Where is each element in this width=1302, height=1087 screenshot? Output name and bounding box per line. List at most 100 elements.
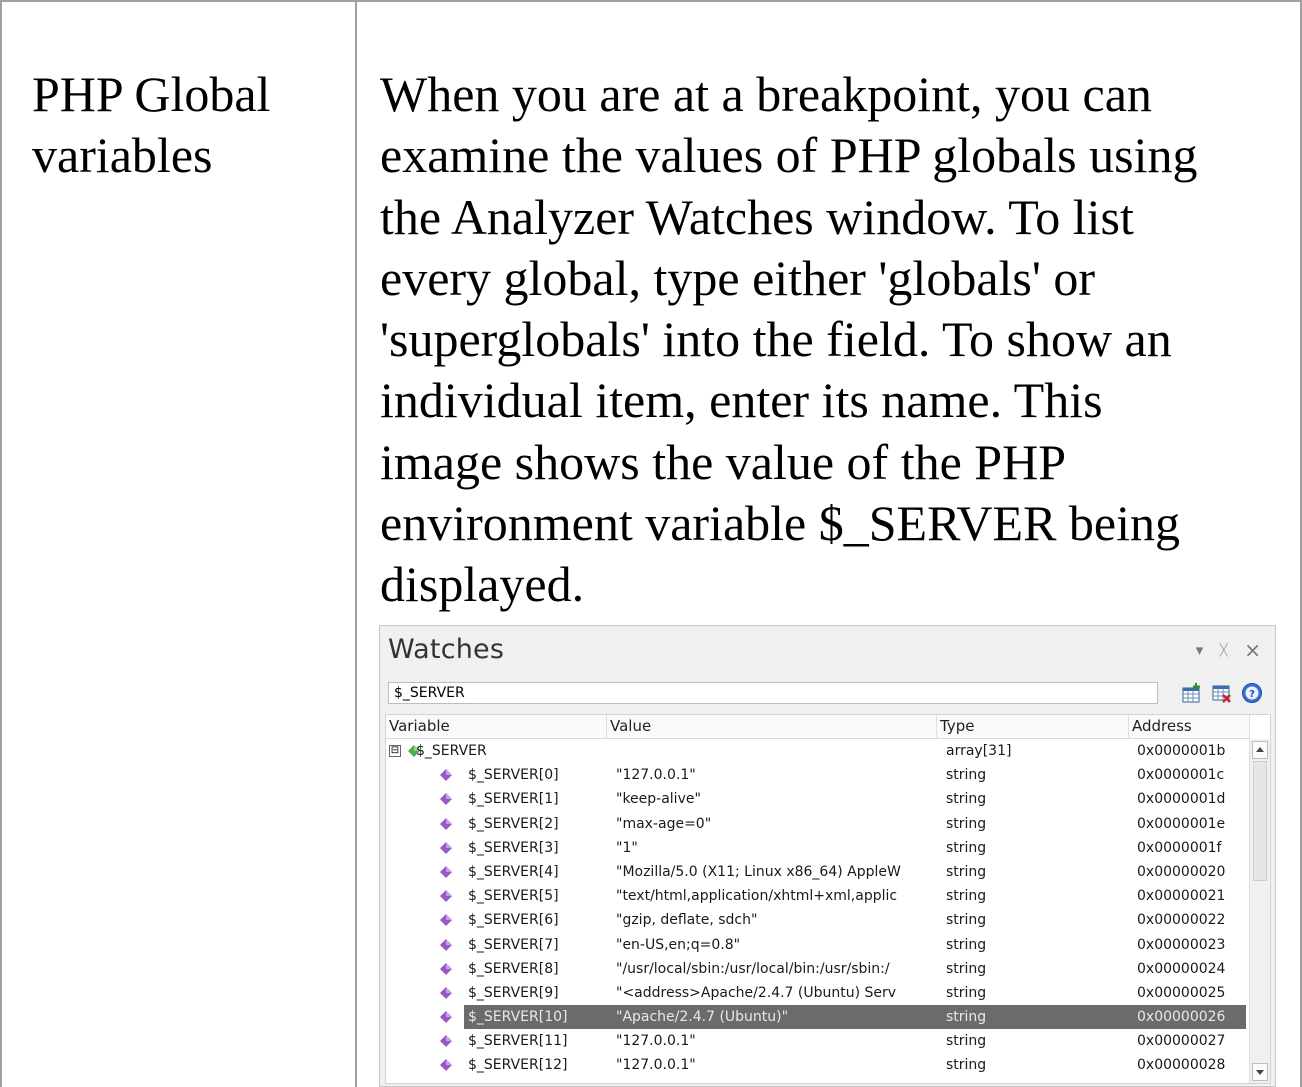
cell-address: 0x00000021 xyxy=(1137,888,1226,905)
description-line: examine the values of PHP globals using xyxy=(380,127,1198,184)
table-header: Variable Value Type Address xyxy=(386,715,1250,739)
dropdown-icon[interactable]: ▾ xyxy=(1196,640,1204,660)
cell-value: "<address>Apache/2.4.7 (Ubuntu) Serv xyxy=(616,984,897,1001)
cell-value: "gzip, deflate, sdch" xyxy=(616,912,758,929)
watches-title: Watches xyxy=(388,634,505,665)
cell-address: 0x00000028 xyxy=(1137,1057,1226,1074)
arrow-down-icon xyxy=(1256,1070,1264,1075)
description-line: environment variable $_SERVER being xyxy=(380,495,1180,552)
string-gem-icon xyxy=(440,986,452,999)
cell-variable: $_SERVER[11] xyxy=(468,1033,568,1050)
cell-type: string xyxy=(946,912,987,929)
add-watch-icon[interactable] xyxy=(1181,682,1203,704)
string-gem-icon xyxy=(440,817,452,830)
help-icon[interactable]: ? xyxy=(1241,682,1263,704)
term-line: variables xyxy=(32,127,213,183)
cell-variable: $_SERVER[2] xyxy=(468,815,559,832)
table-row[interactable]: $_SERVER[12] "127.0.0.1" string 0x00000028 xyxy=(386,1053,1250,1077)
column-header-value[interactable]: Value xyxy=(607,715,937,738)
description-line: When you are at a breakpoint, you can xyxy=(380,66,1152,122)
watches-table: Variable Value Type Address ⊟ $_SERVER a… xyxy=(385,714,1271,1084)
table-row[interactable]: $_SERVER[11] "127.0.0.1" string 0x00000027 xyxy=(386,1029,1250,1053)
arrow-up-icon xyxy=(1256,747,1264,752)
cell-variable: $_SERVER[7] xyxy=(468,936,559,953)
cell-address: 0x00000026 xyxy=(1137,1009,1226,1026)
string-gem-icon xyxy=(440,1011,452,1024)
cell-value: "Mozilla/5.0 (X11; Linux x86_64) AppleW xyxy=(616,863,901,880)
cell-value: "en-US,en;q=0.8" xyxy=(616,936,741,953)
scrollbar-thumb[interactable] xyxy=(1253,761,1267,881)
table-row[interactable]: $_SERVER[7] "en-US,en;q=0.8" string 0x00000… xyxy=(386,933,1250,957)
cell-type: string xyxy=(946,1033,987,1050)
scroll-down-button[interactable] xyxy=(1252,1063,1268,1081)
table-row[interactable]: $_SERVER[8] "/usr/local/sbin:/usr/local/b… xyxy=(386,957,1250,981)
table-row[interactable]: $_SERVER[3] "1" string 0x0000001f xyxy=(386,836,1250,860)
cell-value: "1" xyxy=(616,839,638,856)
item-rows: $_SERVER[0] "127.0.0.1" string 0x0000001c $_… xyxy=(386,763,1250,1077)
description-line: individual item, enter its name. This xyxy=(380,372,1103,429)
cell-variable: $_SERVER[1] xyxy=(468,791,559,808)
table-column-divider xyxy=(355,0,357,1087)
cell-type: string xyxy=(946,1057,987,1074)
cell-variable: $_SERVER[9] xyxy=(468,984,559,1001)
cell-type: string xyxy=(946,960,987,977)
table-row[interactable]: $_SERVER[1] "keep-alive" string 0x0000001d xyxy=(386,787,1250,811)
cell-value: "127.0.0.1" xyxy=(616,1033,696,1050)
string-gem-icon xyxy=(440,890,452,903)
pin-icon[interactable]: ᚷ xyxy=(1219,640,1228,660)
string-gem-icon xyxy=(440,914,452,927)
cell-variable: $_SERVER[4] xyxy=(468,863,559,880)
cell-type: string xyxy=(946,815,987,832)
string-gem-icon xyxy=(440,769,452,782)
cell-type: string xyxy=(946,863,987,880)
scroll-up-button[interactable] xyxy=(1252,741,1268,759)
svg-text:?: ? xyxy=(1249,689,1255,700)
string-gem-icon xyxy=(440,1059,452,1072)
cell-value: "/usr/local/sbin:/usr/local/bin:/usr/sbi… xyxy=(616,960,890,977)
cell-address: 0x0000001f xyxy=(1137,839,1222,856)
table-row[interactable]: $_SERVER[9] "<address>Apache/2.4.7 (Ubunt… xyxy=(386,981,1250,1005)
table-body: ⊟ $_SERVER array[31] 0x0000001b $_SERVER… xyxy=(386,739,1250,1078)
table-left-border xyxy=(0,0,2,1087)
table-row[interactable]: $_SERVER[10] "Apache/2.4.7 (Ubuntu)" strin… xyxy=(386,1005,1250,1030)
table-row[interactable]: $_SERVER[2] "max-age=0" string 0x0000001e xyxy=(386,812,1250,836)
window-controls: ▾ ᚷ × xyxy=(1196,640,1261,660)
close-icon[interactable]: × xyxy=(1244,640,1261,660)
cell-address: 0x00000025 xyxy=(1137,984,1226,1001)
cell-address: 0x0000001c xyxy=(1137,767,1225,784)
table-row[interactable]: $_SERVER[0] "127.0.0.1" string 0x0000001c xyxy=(386,763,1250,787)
cell-address: 0x0000001e xyxy=(1137,815,1226,832)
delete-watch-icon[interactable] xyxy=(1211,682,1233,704)
vertical-scrollbar[interactable] xyxy=(1249,739,1270,1083)
description-line: 'superglobals' into the field. To show a… xyxy=(380,311,1172,368)
cell-type: string xyxy=(946,1009,987,1026)
cell-type: string xyxy=(946,888,987,905)
table-row[interactable]: ⊟ $_SERVER array[31] 0x0000001b xyxy=(386,739,1250,763)
watch-expression-input[interactable] xyxy=(388,682,1158,704)
cell-type: string xyxy=(946,839,987,856)
description-line: the Analyzer Watches window. To list xyxy=(380,188,1134,245)
string-gem-icon xyxy=(440,1035,452,1048)
description-cell: When you are at a breakpoint, you can ex… xyxy=(380,64,1285,616)
table-row[interactable]: $_SERVER[6] "gzip, deflate, sdch" string 0x… xyxy=(386,908,1250,932)
table-row[interactable]: $_SERVER[5] "text/html,application/xhtml+… xyxy=(386,884,1250,908)
string-gem-icon xyxy=(440,841,452,854)
cell-type: array[31] xyxy=(946,743,1012,759)
cell-variable: $_SERVER[0] xyxy=(468,767,559,784)
collapse-icon[interactable]: ⊟ xyxy=(389,745,401,757)
string-gem-icon xyxy=(440,793,452,806)
column-header-type[interactable]: Type xyxy=(937,715,1129,738)
cell-type: string xyxy=(946,936,987,953)
table-row[interactable]: $_SERVER[4] "Mozilla/5.0 (X11; Linux x86_… xyxy=(386,860,1250,884)
string-gem-icon xyxy=(440,865,452,878)
cell-variable: $_SERVER[8] xyxy=(468,960,559,977)
term-cell: PHP Global variables xyxy=(32,64,332,186)
column-header-address[interactable]: Address xyxy=(1129,715,1250,738)
table-top-border xyxy=(0,0,1302,2)
cell-value: "max-age=0" xyxy=(616,815,712,832)
cell-type: string xyxy=(946,791,987,808)
cell-address: 0x00000024 xyxy=(1137,960,1226,977)
cell-address: 0x00000020 xyxy=(1137,863,1226,880)
column-header-variable[interactable]: Variable xyxy=(386,715,607,738)
cell-variable: $_SERVER xyxy=(416,743,487,759)
